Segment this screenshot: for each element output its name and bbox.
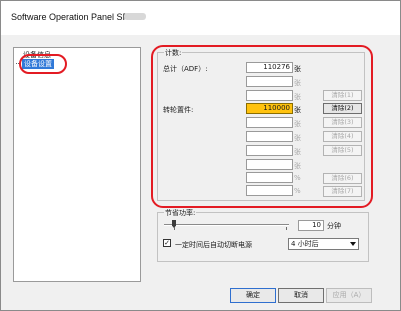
auto-off-checkbox[interactable]: ✓ bbox=[163, 239, 171, 247]
counter-box-8 bbox=[246, 159, 293, 170]
counter-box-10 bbox=[246, 185, 293, 196]
power-saving-minutes[interactable]: 10 bbox=[298, 220, 324, 231]
counter-box-9 bbox=[246, 172, 293, 183]
total-adf-label: 总计（ADF）: bbox=[163, 65, 208, 73]
roller-count: 110000 bbox=[246, 103, 293, 114]
counter-box-3 bbox=[246, 90, 293, 101]
roller-unit: 张 bbox=[294, 106, 301, 114]
auto-off-time-select[interactable]: 4 小时后 bbox=[288, 238, 359, 250]
clear-2-button[interactable]: 清除(2) bbox=[323, 103, 362, 114]
power-saving-slider-track[interactable] bbox=[164, 224, 289, 226]
total-adf-count: 110276 bbox=[246, 62, 293, 73]
unit-10: % bbox=[294, 187, 301, 195]
ok-button[interactable]: 确定 bbox=[230, 288, 276, 303]
clear-1-button[interactable]: 清除(1) bbox=[323, 90, 362, 101]
tree-item-device-settings[interactable]: 设备设置 bbox=[22, 59, 54, 69]
power-saving-caption: 节省功率: bbox=[164, 208, 197, 218]
clear-6-button[interactable]: 清除(6) bbox=[323, 173, 362, 184]
unit-6: 张 bbox=[294, 134, 301, 142]
title-bar: Software Operation Panel SP- bbox=[1, 1, 400, 35]
unit-5: 张 bbox=[294, 120, 301, 128]
counter-box-5 bbox=[246, 117, 293, 128]
window-title: Software Operation Panel SP- bbox=[11, 12, 132, 22]
unit-9: % bbox=[294, 174, 301, 182]
clear-7-button[interactable]: 清除(7) bbox=[323, 186, 362, 197]
cancel-button[interactable]: 取消 bbox=[278, 288, 324, 303]
clear-3-button[interactable]: 清除(3) bbox=[323, 117, 362, 128]
model-name-redacted bbox=[124, 13, 146, 20]
counter-group-caption: 计数: bbox=[164, 48, 183, 58]
slider-tick-max bbox=[286, 227, 287, 230]
apply-button[interactable]: 应用（A） bbox=[326, 288, 372, 303]
counter-box-2 bbox=[246, 76, 293, 87]
checkmark-icon: ✓ bbox=[164, 239, 170, 247]
auto-off-label: 一定时间后自动切断电源 bbox=[175, 241, 252, 249]
unit-3: 张 bbox=[294, 93, 301, 101]
chevron-down-icon bbox=[350, 242, 356, 246]
tree-connector bbox=[16, 63, 21, 64]
auto-off-time-value: 4 小时后 bbox=[291, 240, 319, 248]
unit-2: 张 bbox=[294, 79, 301, 87]
dialog-window: Software Operation Panel SP- 设备信息 设备设置 计… bbox=[0, 0, 401, 311]
unit-7: 张 bbox=[294, 148, 301, 156]
roller-label: 转轮置件: bbox=[163, 106, 194, 114]
unit-8: 张 bbox=[294, 162, 301, 170]
counter-box-6 bbox=[246, 131, 293, 142]
clear-4-button[interactable]: 清除(4) bbox=[323, 131, 362, 142]
power-saving-unit: 分钟 bbox=[327, 222, 341, 230]
clear-5-button[interactable]: 清除(5) bbox=[323, 145, 362, 156]
power-saving-group: 节省功率: bbox=[157, 208, 369, 262]
counter-box-7 bbox=[246, 145, 293, 156]
total-unit: 张 bbox=[294, 65, 301, 73]
slider-tick-min bbox=[174, 227, 175, 230]
settings-tree[interactable]: 设备信息 设备设置 bbox=[13, 47, 141, 282]
